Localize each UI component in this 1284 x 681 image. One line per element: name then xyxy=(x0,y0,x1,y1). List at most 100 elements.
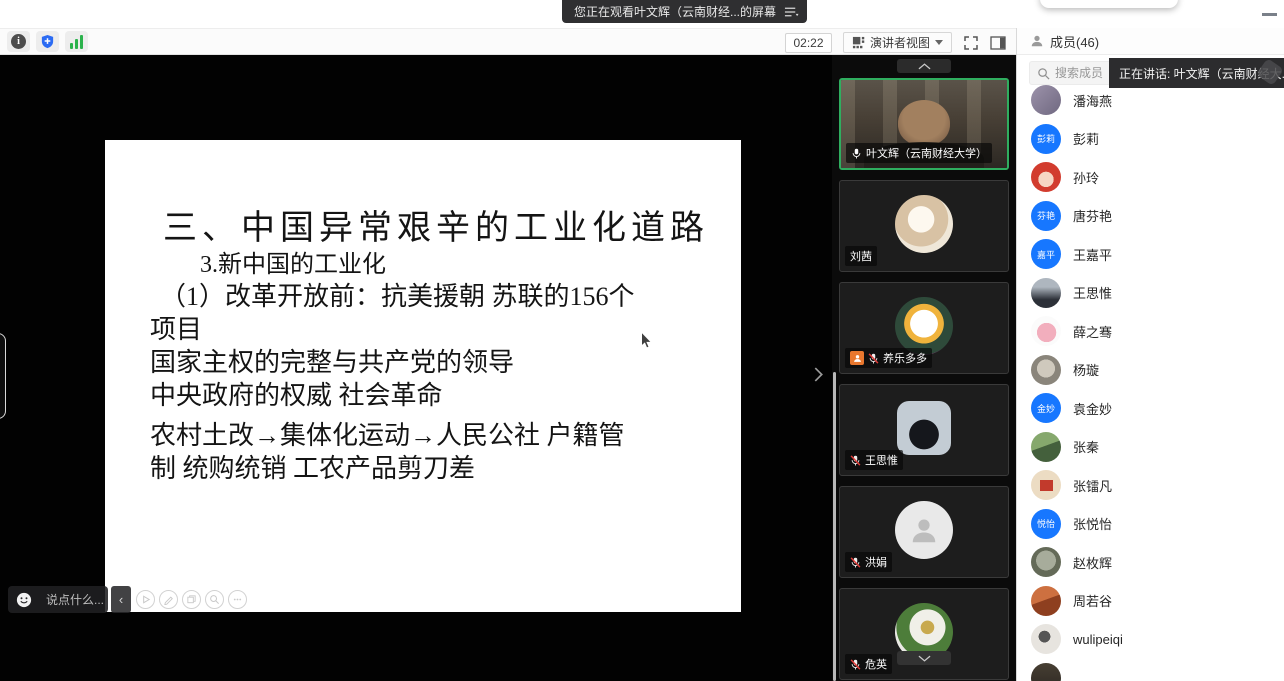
video-tile[interactable]: 王思惟 xyxy=(839,384,1009,476)
strip-scroll-down-button[interactable] xyxy=(897,651,951,665)
chat-input-placeholder[interactable]: 说点什么... xyxy=(46,591,104,608)
member-name: 张秦 xyxy=(1073,437,1099,456)
tile-name-label: 危英 xyxy=(845,654,892,674)
member-name: 赵枚辉 xyxy=(1073,553,1112,572)
slide-line: （1）改革开放前：抗美援朝 苏联的156个 xyxy=(150,280,635,313)
mouse-cursor xyxy=(640,331,653,355)
magnifier-icon[interactable] xyxy=(205,590,224,609)
signal-bars-icon xyxy=(70,35,83,49)
avatar xyxy=(1031,586,1061,616)
members-panel: 成员(46) 正在讲话: 叶文辉（云南财经大... 潘海燕 彭莉彭莉 孙玲 芬艳… xyxy=(1016,28,1284,681)
play-icon[interactable] xyxy=(136,590,155,609)
slide-line: 项目 xyxy=(150,313,635,346)
video-tile[interactable]: 养乐多多 xyxy=(839,282,1009,374)
emoji-smiley-icon[interactable] xyxy=(16,592,32,608)
network-status-button[interactable] xyxy=(65,31,88,52)
video-tile-speaker[interactable]: 叶文辉（云南财经大学） xyxy=(839,78,1009,170)
chat-collapse-button[interactable]: ‹ xyxy=(111,586,131,613)
watch-banner-text: 您正在观看叶文辉（云南财经...的屏幕 xyxy=(574,3,776,20)
security-button[interactable] xyxy=(36,31,59,52)
avatar: 嘉平 xyxy=(1031,239,1061,269)
left-edge-handle[interactable] xyxy=(0,333,6,419)
member-name: 王嘉平 xyxy=(1073,245,1112,264)
member-list: 潘海燕 彭莉彭莉 孙玲 芬艳唐芬艳 嘉平王嘉平 王思惟 薛之骞 杨璇 金妙袁金妙… xyxy=(1017,81,1284,681)
mic-muted-icon xyxy=(850,455,861,466)
minimize-dash-icon[interactable] xyxy=(1262,13,1277,16)
member-name: wulipeiqi xyxy=(1073,632,1123,647)
meeting-toolbar: i 02:22 演讲者视图 xyxy=(0,28,1016,55)
member-name: 孙玲 xyxy=(1073,168,1099,187)
fullscreen-button[interactable] xyxy=(963,35,979,51)
view-mode-button[interactable]: 演讲者视图 xyxy=(843,32,952,53)
mic-muted-icon xyxy=(850,659,861,670)
member-row[interactable]: 芬艳唐芬艳 xyxy=(1017,197,1284,236)
host-badge-icon xyxy=(850,351,864,365)
tile-name-label: 洪娟 xyxy=(845,552,892,572)
side-panel-toggle-button[interactable] xyxy=(990,36,1006,50)
tile-name-label: 养乐多多 xyxy=(845,348,932,368)
avatar: 彭莉 xyxy=(1031,124,1061,154)
shield-plus-icon xyxy=(40,34,55,49)
avatar xyxy=(1031,85,1061,115)
member-row[interactable]: 张秦 xyxy=(1017,428,1284,467)
member-row[interactable]: 金妙袁金妙 xyxy=(1017,389,1284,428)
member-name: 张镭凡 xyxy=(1073,476,1112,495)
video-thumbnail-strip: 叶文辉（云南财经大学） 刘茜 养乐多多 王思惟 xyxy=(832,55,1016,681)
meeting-window: 您正在观看叶文辉（云南财经...的屏幕 i 02:22 xyxy=(0,0,1284,681)
avatar xyxy=(1031,432,1061,462)
members-count-label: 成员(46) xyxy=(1050,32,1099,51)
video-tile[interactable]: 刘茜 xyxy=(839,180,1009,272)
view-mode-label: 演讲者视图 xyxy=(870,34,930,51)
tile-name-label: 刘茜 xyxy=(845,246,877,266)
video-tile[interactable]: 洪娟 xyxy=(839,486,1009,578)
member-row[interactable]: 孙玲 xyxy=(1017,158,1284,197)
more-options-icon[interactable] xyxy=(228,590,247,609)
avatar: 金妙 xyxy=(1031,393,1061,423)
speaker-deco-icon xyxy=(1256,58,1284,86)
member-row[interactable]: 赵枚辉 xyxy=(1017,543,1284,582)
layout-view-icon xyxy=(852,36,865,49)
member-row[interactable]: 彭莉彭莉 xyxy=(1017,120,1284,159)
member-row[interactable]: 悦怡张悦怡 xyxy=(1017,505,1284,544)
copy-icon[interactable] xyxy=(182,590,201,609)
quick-chat-bar[interactable]: 说点什么... xyxy=(8,586,108,613)
presentation-slide: 三、中国异常艰辛的工业化道路 3.新中国的工业化 （1）改革开放前：抗美援朝 苏… xyxy=(105,140,741,612)
meeting-timer: 02:22 xyxy=(785,33,832,53)
avatar xyxy=(1031,162,1061,192)
members-panel-header: 成员(46) xyxy=(1017,28,1284,55)
meeting-info-button[interactable]: i xyxy=(7,31,30,52)
speaking-now-banner: 正在讲话: 叶文辉（云南财经大... xyxy=(1109,58,1284,88)
chevron-down-icon xyxy=(935,40,943,45)
strip-scrollbar[interactable] xyxy=(833,372,836,681)
avatar xyxy=(1031,624,1061,654)
member-name: 杨璇 xyxy=(1073,360,1099,379)
member-row[interactable]: 张镭凡 xyxy=(1017,466,1284,505)
avatar: 悦怡 xyxy=(1031,509,1061,539)
annotate-pencil-icon[interactable] xyxy=(159,590,178,609)
avatar xyxy=(1031,355,1061,385)
mic-muted-icon xyxy=(850,557,861,568)
video-tile[interactable]: 危英 xyxy=(839,588,1009,680)
member-row[interactable]: 王思惟 xyxy=(1017,274,1284,313)
annotation-toolbar xyxy=(136,590,247,609)
share-menu-icon[interactable] xyxy=(784,6,799,18)
slide-line: 中央政府的权威 社会革命 xyxy=(150,379,635,412)
expand-strip-chevron[interactable] xyxy=(810,361,826,387)
avatar xyxy=(1031,663,1061,681)
member-row[interactable]: 薛之骞 xyxy=(1017,312,1284,351)
floating-toolbar-edge xyxy=(1040,0,1178,8)
avatar xyxy=(1031,547,1061,577)
member-row[interactable]: 周若谷 xyxy=(1017,582,1284,621)
slide-line: 农村土改→集体化运动→人民公社 户籍管 xyxy=(150,419,635,452)
member-row[interactable]: wulipeiqi xyxy=(1017,620,1284,659)
member-name: 张悦怡 xyxy=(1073,514,1112,533)
member-row[interactable] xyxy=(1017,659,1284,681)
strip-collapse-up-button[interactable] xyxy=(897,59,951,73)
slide-line: 国家主权的完整与共产党的领导 xyxy=(150,346,635,379)
member-row[interactable]: 杨璇 xyxy=(1017,351,1284,390)
member-row[interactable]: 嘉平王嘉平 xyxy=(1017,235,1284,274)
screen-watch-banner: 您正在观看叶文辉（云南财经...的屏幕 xyxy=(562,0,807,23)
mic-on-icon xyxy=(851,148,862,159)
member-name: 彭莉 xyxy=(1073,129,1099,148)
avatar xyxy=(897,401,951,455)
